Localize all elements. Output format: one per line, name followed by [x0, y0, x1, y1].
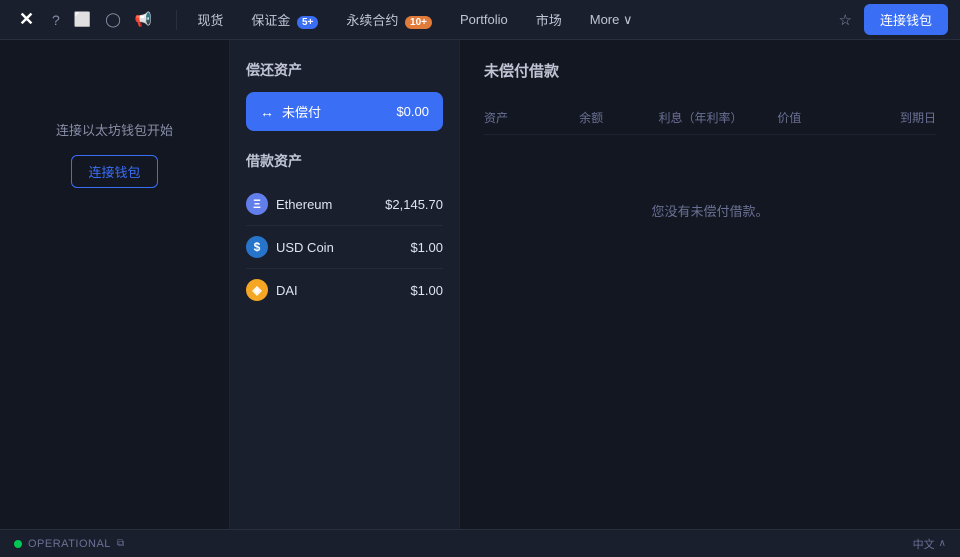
nav-right: ☆ 连接钱包	[839, 4, 948, 35]
notification-bell-icon[interactable]: ☆	[839, 11, 852, 29]
borrow-section-title: 借款资产	[246, 151, 443, 171]
eth-icon: Ξ	[246, 193, 268, 215]
status-bar: OPERATIONAL ⧉ 中文 ∧	[0, 529, 960, 557]
th-value: 价值	[777, 109, 856, 126]
asset-row-ethereum[interactable]: Ξ Ethereum $2,145.70	[246, 183, 443, 226]
repay-tab-value: $0.00	[396, 104, 429, 119]
nav-more[interactable]: More ∨	[578, 8, 645, 32]
logo[interactable]: ✕	[12, 6, 40, 34]
broadcast-icon[interactable]: 📢	[135, 11, 152, 28]
nav-divider	[176, 10, 177, 30]
usdc-name: USD Coin	[276, 240, 334, 255]
usdc-icon: $	[246, 236, 268, 258]
connect-wallet-button[interactable]: 连接钱包	[864, 4, 948, 35]
more-chevron-icon: ∨	[623, 12, 633, 27]
dai-icon: ◈	[246, 279, 268, 301]
nav-margin[interactable]: 保证金 5+	[239, 6, 330, 33]
external-link-icon[interactable]: ⧉	[117, 538, 124, 549]
right-panel: 未偿付借款 资产 余额 利息（年利率） 价值 到期日 您没有未偿付借款。	[460, 40, 960, 529]
asset-row-dai[interactable]: ◈ DAI $1.00	[246, 269, 443, 311]
language-selector[interactable]: 中文 ∧	[913, 536, 946, 552]
message-icon[interactable]: ◯	[105, 11, 121, 28]
th-balance: 余额	[579, 109, 658, 126]
usdc-price: $1.00	[410, 240, 443, 255]
nav-market[interactable]: 市场	[524, 6, 574, 33]
chevron-up-icon: ∧	[939, 538, 946, 549]
nav-links: 现货 保证金 5+ 永续合约 10+ Portfolio 市场 More ∨	[185, 6, 838, 33]
nav-perpetual[interactable]: 永续合约 10+	[334, 6, 444, 33]
th-due: 到期日	[857, 109, 936, 126]
eth-price: $2,145.70	[385, 197, 443, 212]
help-icon[interactable]: ?	[52, 12, 60, 28]
dai-name: DAI	[276, 283, 298, 298]
logo-text: ✕	[19, 9, 33, 30]
center-panel: 偿还资产 ↔ 未偿付 $0.00 借款资产 Ξ Ethereum $2,145.…	[230, 40, 460, 529]
repay-tab-label: 未偿付	[282, 102, 321, 121]
perpetual-badge: 10+	[405, 16, 432, 29]
status-dot-icon	[14, 540, 22, 548]
repay-tab[interactable]: ↔ 未偿付 $0.00	[246, 92, 443, 131]
status-text: OPERATIONAL	[28, 538, 111, 550]
right-panel-title: 未偿付借款	[484, 60, 936, 81]
eth-name: Ethereum	[276, 197, 332, 212]
nav-portfolio[interactable]: Portfolio	[448, 8, 520, 31]
empty-state: 您没有未偿付借款。	[484, 135, 936, 285]
sidebar-connect-button[interactable]: 连接钱包	[71, 155, 157, 188]
th-asset: 资产	[484, 109, 579, 126]
left-sidebar: 连接以太坊钱包开始 连接钱包	[0, 40, 230, 529]
repay-arrow-icon: ↔	[260, 104, 274, 120]
language-label: 中文	[913, 536, 935, 552]
th-interest: 利息（年利率）	[658, 109, 777, 126]
nav-spot[interactable]: 现货	[185, 6, 235, 33]
nav-utility-icons: ? ⬜ ◯ 📢	[52, 11, 152, 28]
table-header: 资产 余额 利息（年利率） 价值 到期日	[484, 101, 936, 135]
status-left: OPERATIONAL ⧉	[14, 538, 124, 550]
margin-badge: 5+	[297, 16, 318, 29]
repay-section-title: 偿还资产	[246, 60, 443, 80]
sidebar-connect-text: 连接以太坊钱包开始	[56, 120, 173, 139]
main-layout: 连接以太坊钱包开始 连接钱包 偿还资产 ↔ 未偿付 $0.00 借款资产 Ξ E…	[0, 40, 960, 529]
asset-row-usdc[interactable]: $ USD Coin $1.00	[246, 226, 443, 269]
dai-price: $1.00	[410, 283, 443, 298]
repay-tab-left: ↔ 未偿付	[260, 102, 321, 121]
navbar: ✕ ? ⬜ ◯ 📢 现货 保证金 5+ 永续合约 10+ Portfolio 市…	[0, 0, 960, 40]
chart-icon[interactable]: ⬜	[74, 11, 91, 28]
